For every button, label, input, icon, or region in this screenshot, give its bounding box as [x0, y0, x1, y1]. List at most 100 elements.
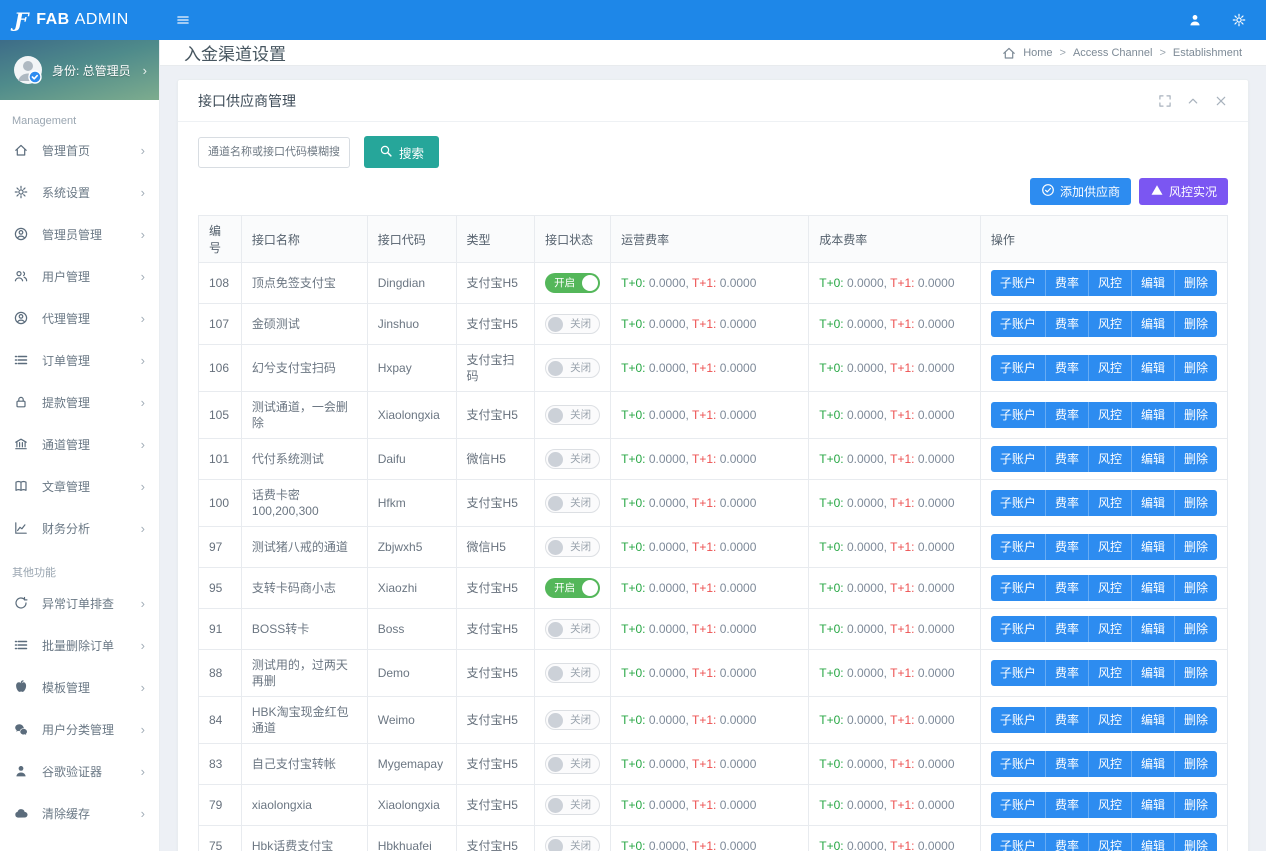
row-action-button[interactable]: 风控	[1089, 575, 1132, 601]
sidebar-item[interactable]: 用户管理›	[0, 255, 159, 297]
row-action-button[interactable]: 删除	[1175, 355, 1217, 381]
status-toggle[interactable]: 开启	[545, 273, 600, 293]
sidebar-item[interactable]: 文章管理›	[0, 465, 159, 507]
row-action-button[interactable]: 子账户	[991, 446, 1046, 472]
breadcrumb-item[interactable]: Access Channel	[1073, 47, 1153, 59]
row-action-button[interactable]: 风控	[1089, 792, 1132, 818]
sidebar-item[interactable]: 系统设置›	[0, 171, 159, 213]
row-action-button[interactable]: 费率	[1046, 446, 1089, 472]
sidebar-item[interactable]: 异常订单排查›	[0, 582, 159, 624]
row-action-button[interactable]: 风控	[1089, 490, 1132, 516]
close-icon[interactable]	[1214, 94, 1228, 108]
row-action-button[interactable]: 编辑	[1132, 534, 1175, 560]
sidebar-item[interactable]: 管理员管理›	[0, 213, 159, 255]
row-action-button[interactable]: 费率	[1046, 616, 1089, 642]
risk-live-button[interactable]: 风控实况	[1139, 178, 1228, 205]
status-toggle[interactable]: 关闭	[545, 663, 600, 683]
row-action-button[interactable]: 费率	[1046, 751, 1089, 777]
row-action-button[interactable]: 删除	[1175, 402, 1217, 428]
row-action-button[interactable]: 编辑	[1132, 792, 1175, 818]
row-action-button[interactable]: 风控	[1089, 660, 1132, 686]
row-action-button[interactable]: 风控	[1089, 402, 1132, 428]
row-action-button[interactable]: 子账户	[991, 402, 1046, 428]
row-action-button[interactable]: 费率	[1046, 402, 1089, 428]
sidebar-item[interactable]: 代理管理›	[0, 297, 159, 339]
row-action-button[interactable]: 风控	[1089, 751, 1132, 777]
sidebar-item[interactable]: 订单管理›	[0, 339, 159, 381]
status-toggle[interactable]: 关闭	[545, 537, 600, 557]
menu-toggle-icon[interactable]	[176, 13, 190, 27]
search-button[interactable]: 搜索	[364, 136, 439, 168]
status-toggle[interactable]: 关闭	[545, 405, 600, 425]
row-action-button[interactable]: 编辑	[1132, 660, 1175, 686]
collapse-icon[interactable]	[1186, 94, 1200, 108]
sidebar-item[interactable]: 财务分析›	[0, 507, 159, 549]
sidebar-item[interactable]: 提款管理›	[0, 381, 159, 423]
status-toggle[interactable]: 开启	[545, 578, 600, 598]
row-action-button[interactable]: 子账户	[991, 270, 1046, 296]
row-action-button[interactable]: 编辑	[1132, 616, 1175, 642]
status-toggle[interactable]: 关闭	[545, 795, 600, 815]
status-toggle[interactable]: 关闭	[545, 358, 600, 378]
sidebar-item[interactable]: 批量删除订单›	[0, 624, 159, 666]
sidebar-item[interactable]: 通道管理›	[0, 423, 159, 465]
row-action-button[interactable]: 费率	[1046, 660, 1089, 686]
row-action-button[interactable]: 编辑	[1132, 270, 1175, 296]
row-action-button[interactable]: 子账户	[991, 490, 1046, 516]
row-action-button[interactable]: 编辑	[1132, 490, 1175, 516]
sidebar-item[interactable]: 清除缓存›	[0, 792, 159, 834]
gear-icon[interactable]	[1232, 13, 1246, 27]
row-action-button[interactable]: 风控	[1089, 616, 1132, 642]
row-action-button[interactable]: 删除	[1175, 490, 1217, 516]
row-action-button[interactable]: 费率	[1046, 534, 1089, 560]
status-toggle[interactable]: 关闭	[545, 754, 600, 774]
row-action-button[interactable]: 编辑	[1132, 446, 1175, 472]
expand-icon[interactable]	[1158, 94, 1172, 108]
row-action-button[interactable]: 子账户	[991, 833, 1046, 851]
row-action-button[interactable]: 子账户	[991, 660, 1046, 686]
row-action-button[interactable]: 费率	[1046, 575, 1089, 601]
sidebar-item[interactable]: 模板管理›	[0, 666, 159, 708]
row-action-button[interactable]: 删除	[1175, 446, 1217, 472]
row-action-button[interactable]: 编辑	[1132, 833, 1175, 851]
row-action-button[interactable]: 子账户	[991, 355, 1046, 381]
row-action-button[interactable]: 费率	[1046, 707, 1089, 733]
row-action-button[interactable]: 费率	[1046, 311, 1089, 337]
row-action-button[interactable]: 风控	[1089, 707, 1132, 733]
row-action-button[interactable]: 编辑	[1132, 575, 1175, 601]
row-action-button[interactable]: 编辑	[1132, 707, 1175, 733]
row-action-button[interactable]: 子账户	[991, 751, 1046, 777]
row-action-button[interactable]: 编辑	[1132, 751, 1175, 777]
add-supplier-button[interactable]: 添加供应商	[1030, 178, 1131, 205]
row-action-button[interactable]: 删除	[1175, 792, 1217, 818]
row-action-button[interactable]: 费率	[1046, 270, 1089, 296]
row-action-button[interactable]: 删除	[1175, 616, 1217, 642]
row-action-button[interactable]: 删除	[1175, 270, 1217, 296]
row-action-button[interactable]: 费率	[1046, 355, 1089, 381]
status-toggle[interactable]: 关闭	[545, 836, 600, 851]
app-logo[interactable]: Ƒ FAB ADMIN	[0, 0, 160, 40]
row-action-button[interactable]: 子账户	[991, 707, 1046, 733]
row-action-button[interactable]: 删除	[1175, 575, 1217, 601]
row-action-button[interactable]: 删除	[1175, 311, 1217, 337]
sidebar-item[interactable]: 谷歌验证器›	[0, 750, 159, 792]
row-action-button[interactable]: 编辑	[1132, 355, 1175, 381]
status-toggle[interactable]: 关闭	[545, 619, 600, 639]
row-action-button[interactable]: 风控	[1089, 311, 1132, 337]
row-action-button[interactable]: 编辑	[1132, 311, 1175, 337]
search-input[interactable]	[198, 137, 350, 168]
row-action-button[interactable]: 风控	[1089, 534, 1132, 560]
row-action-button[interactable]: 子账户	[991, 575, 1046, 601]
status-toggle[interactable]: 关闭	[545, 493, 600, 513]
row-action-button[interactable]: 费率	[1046, 490, 1089, 516]
row-action-button[interactable]: 子账户	[991, 311, 1046, 337]
row-action-button[interactable]: 子账户	[991, 616, 1046, 642]
row-action-button[interactable]: 子账户	[991, 534, 1046, 560]
sidebar-item[interactable]: 管理首页›	[0, 129, 159, 171]
status-toggle[interactable]: 关闭	[545, 314, 600, 334]
row-action-button[interactable]: 风控	[1089, 446, 1132, 472]
row-action-button[interactable]: 删除	[1175, 833, 1217, 851]
row-action-button[interactable]: 删除	[1175, 707, 1217, 733]
sidebar-user-panel[interactable]: 身份: 总管理员 ›	[0, 40, 159, 100]
status-toggle[interactable]: 关闭	[545, 449, 600, 469]
